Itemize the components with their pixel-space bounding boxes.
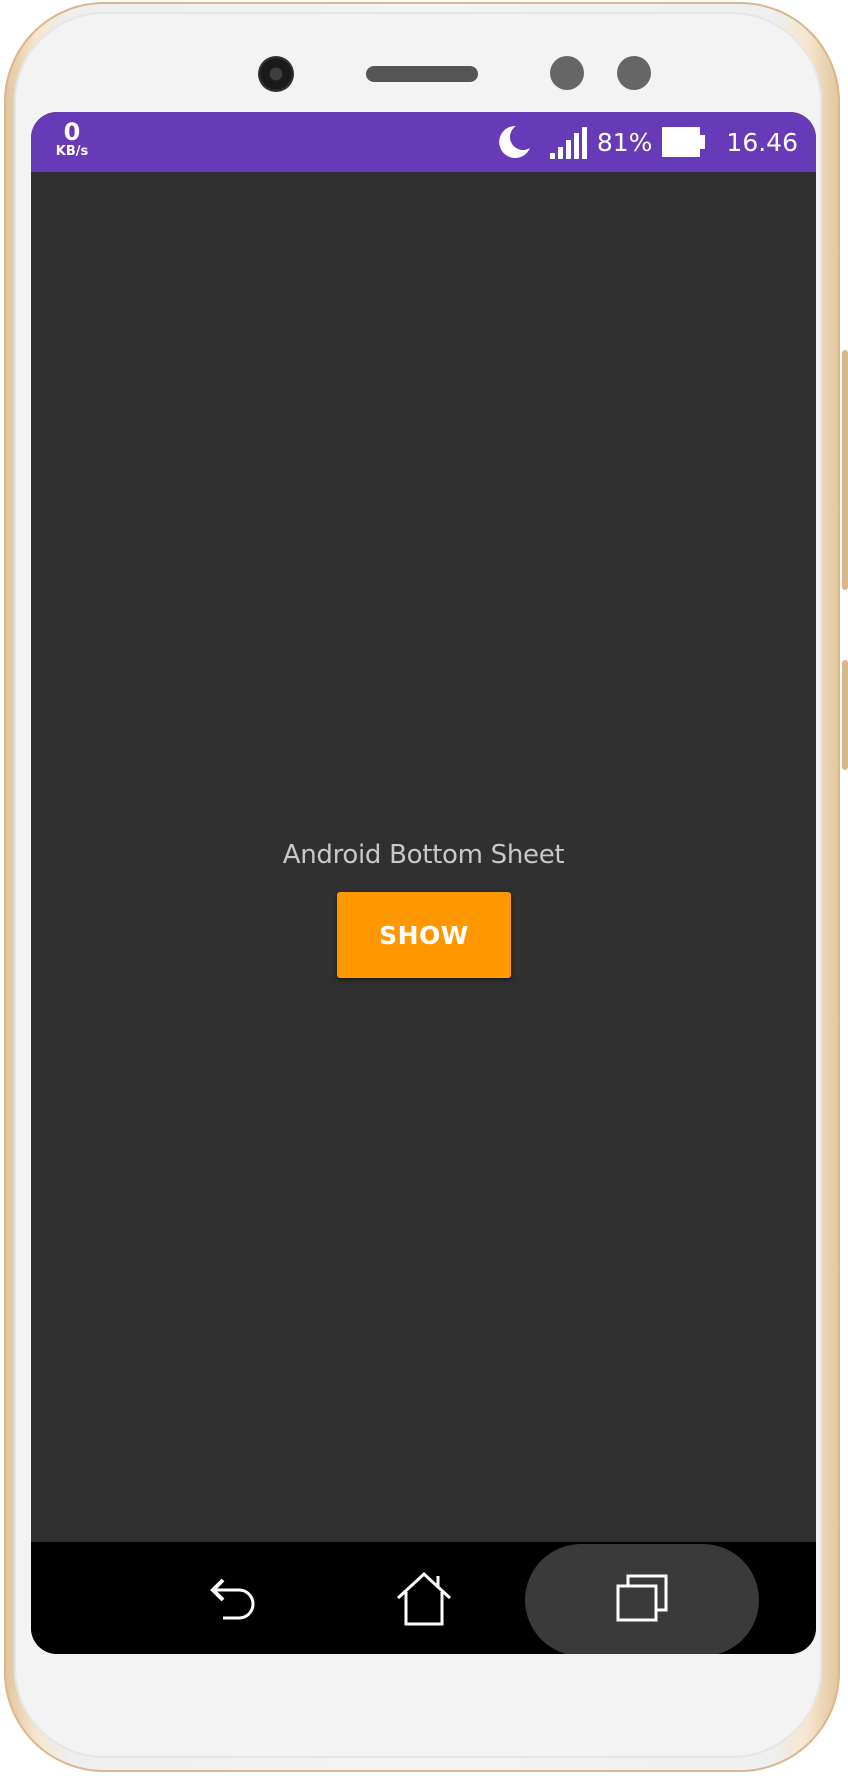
moon-icon [492, 122, 532, 162]
front-camera [258, 56, 294, 92]
signal-icon [549, 125, 587, 159]
phone-frame: 0 KB/s 81% 16.46 Android Bottom Sheet SH… [0, 0, 848, 1776]
battery-percent: 81% [596, 127, 653, 157]
earpiece-speaker [366, 66, 478, 82]
screen: 0 KB/s 81% 16.46 Android Bottom Sheet SH… [31, 112, 816, 1654]
volume-button [842, 350, 848, 590]
app-content: Android Bottom Sheet SHOW [31, 172, 816, 1542]
light-sensor [617, 56, 651, 90]
status-icons: 81% 16.46 [492, 112, 798, 172]
network-speed: 0 KB/s [51, 120, 93, 158]
status-bar: 0 KB/s 81% 16.46 [31, 112, 816, 172]
network-speed-value: 0 [63, 118, 81, 146]
proximity-sensor [550, 56, 584, 90]
navigation-bar [31, 1542, 816, 1654]
network-speed-unit: KB/s [55, 144, 89, 159]
page-title: Android Bottom Sheet [282, 840, 565, 870]
home-icon [392, 1566, 456, 1630]
back-button[interactable] [175, 1542, 295, 1654]
back-icon [205, 1568, 265, 1628]
power-button [842, 660, 848, 770]
recents-icon [610, 1566, 674, 1630]
recents-button[interactable] [582, 1542, 702, 1654]
battery-icon [662, 127, 706, 157]
home-button[interactable] [364, 1542, 484, 1654]
show-button[interactable]: SHOW [337, 892, 511, 978]
clock-time: 16.46 [726, 127, 798, 157]
